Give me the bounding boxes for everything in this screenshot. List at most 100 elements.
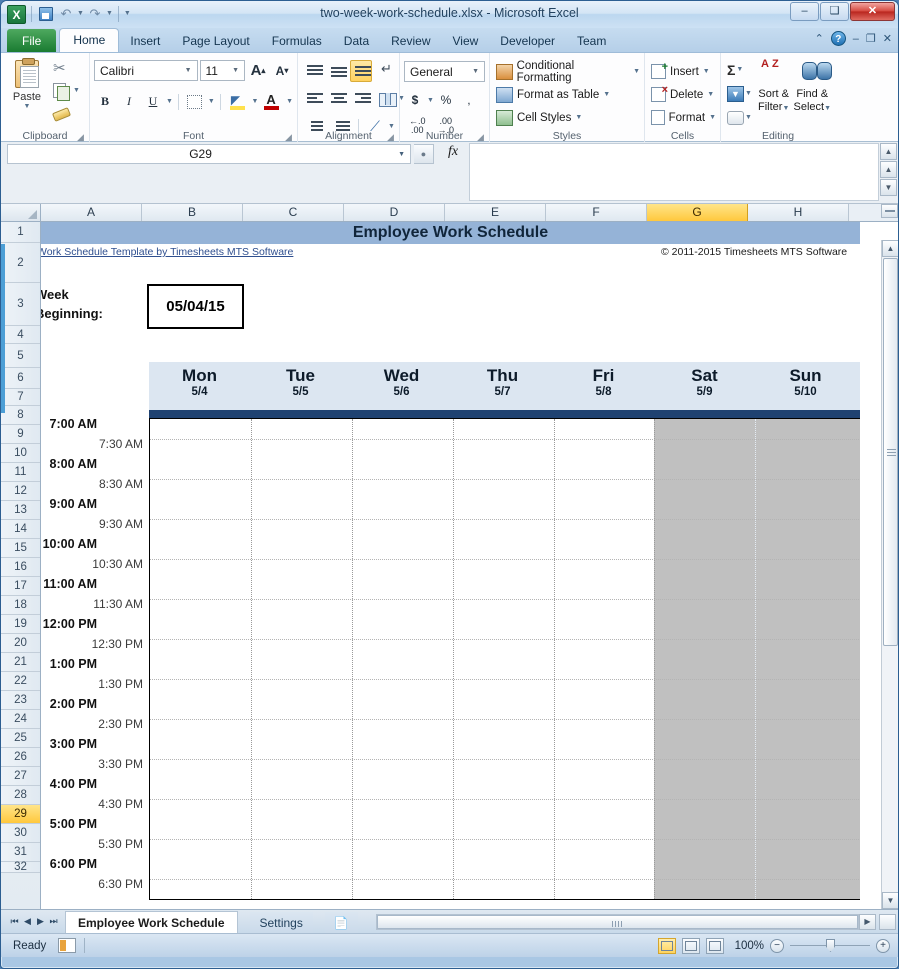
row-header-32[interactable]: 32: [1, 862, 40, 873]
grow-font-button[interactable]: A▴: [247, 60, 269, 82]
copy-dropdown-icon[interactable]: ▼: [73, 87, 80, 94]
underline-dropdown-icon[interactable]: ▼: [166, 98, 173, 105]
format-painter-icon[interactable]: [51, 102, 71, 122]
chevron-down-icon[interactable]: ▼: [633, 68, 640, 75]
tab-developer[interactable]: Developer: [489, 30, 566, 53]
tab-data[interactable]: Data: [333, 30, 380, 53]
collapse-ribbon-icon[interactable]: ⌃: [815, 32, 824, 45]
tab-insert[interactable]: Insert: [119, 30, 171, 53]
tab-home[interactable]: Home: [59, 28, 119, 53]
shrink-font-button[interactable]: A▾: [271, 60, 293, 82]
comma-button[interactable]: ,: [458, 89, 480, 111]
row-header-25[interactable]: 25: [1, 729, 40, 748]
row-header-4[interactable]: 4: [1, 326, 40, 344]
copy-icon[interactable]: [51, 80, 71, 100]
row-header-21[interactable]: 21: [1, 653, 40, 672]
cut-icon[interactable]: [51, 58, 71, 78]
column-header-A[interactable]: A: [41, 204, 142, 221]
tab-view[interactable]: View: [442, 30, 490, 53]
close-workbook-icon[interactable]: ✕: [883, 32, 892, 45]
align-left-button[interactable]: [302, 88, 324, 110]
row-header-14[interactable]: 14: [1, 520, 40, 539]
row-header-17[interactable]: 17: [1, 577, 40, 596]
vertical-scrollbar[interactable]: ▲ ▼: [881, 240, 898, 909]
row-header-27[interactable]: 27: [1, 767, 40, 786]
borders-button[interactable]: [184, 91, 206, 113]
column-header-B[interactable]: B: [142, 204, 243, 221]
formula-expand-icon[interactable]: ▼: [880, 179, 897, 196]
fill-button[interactable]: ▼ ▼: [725, 82, 754, 105]
tab-file[interactable]: File: [7, 29, 56, 53]
currency-button[interactable]: $: [404, 89, 426, 111]
name-box[interactable]: G29 ▼: [7, 144, 411, 164]
orientation-dropdown-icon[interactable]: ▼: [388, 123, 395, 130]
row-header-8[interactable]: 8: [1, 406, 40, 425]
zoom-slider-thumb[interactable]: [826, 939, 835, 952]
underline-button[interactable]: U: [142, 91, 164, 113]
credit-link[interactable]: Work Schedule Template by Timesheets MTS…: [41, 246, 293, 258]
sheet-tab-settings[interactable]: Settings: [250, 912, 313, 933]
row-header-13[interactable]: 13: [1, 501, 40, 520]
chevron-down-icon[interactable]: ▼: [745, 90, 752, 97]
chevron-down-icon[interactable]: ▼: [603, 91, 610, 98]
close-button[interactable]: ✕: [850, 2, 895, 21]
vertical-scroll-thumb[interactable]: [883, 258, 898, 646]
formula-scroll-up2-icon[interactable]: ▲: [880, 161, 897, 178]
align-bottom-button[interactable]: [350, 60, 372, 82]
conditional-formatting-button[interactable]: Conditional Formatting ▼: [494, 60, 640, 83]
align-middle-button[interactable]: [326, 60, 348, 82]
record-macro-icon[interactable]: [58, 938, 76, 953]
clipboard-dialog-launcher[interactable]: ◢: [77, 132, 86, 141]
insert-worksheet-icon[interactable]: 📄: [325, 912, 358, 933]
fill-color-button[interactable]: [226, 91, 250, 113]
font-dialog-launcher[interactable]: ◢: [285, 132, 294, 141]
row-header-3[interactable]: 3: [1, 283, 40, 326]
row-header-11[interactable]: 11: [1, 463, 40, 482]
row-header-10[interactable]: 10: [1, 444, 40, 463]
number-format-combo[interactable]: General ▼: [404, 61, 485, 82]
font-color-dropdown-icon[interactable]: ▼: [286, 98, 293, 105]
sheet-nav-buttons[interactable]: ⏮ ◀ ▶ ⏭: [1, 910, 65, 933]
page-break-view-button[interactable]: [706, 938, 724, 954]
minimize-workbook-icon[interactable]: –: [853, 33, 859, 45]
chevron-down-icon[interactable]: ▼: [703, 68, 710, 75]
chevron-down-icon[interactable]: ▼: [575, 114, 582, 121]
zoom-slider-track[interactable]: [790, 945, 870, 946]
align-top-button[interactable]: [302, 60, 324, 82]
scroll-right-icon[interactable]: ▶: [859, 914, 876, 930]
row-header-28[interactable]: 28: [1, 786, 40, 805]
paste-button[interactable]: Paste ▼: [5, 58, 49, 110]
column-header-F[interactable]: F: [546, 204, 647, 221]
chevron-down-icon[interactable]: ▼: [745, 114, 752, 121]
normal-view-button[interactable]: [658, 938, 676, 954]
row-header-12[interactable]: 12: [1, 482, 40, 501]
select-all-corner[interactable]: [1, 204, 41, 221]
cancel-entry-icon[interactable]: ●: [414, 144, 434, 164]
row-header-6[interactable]: 6: [1, 368, 40, 389]
first-sheet-icon[interactable]: ⏮: [9, 916, 20, 927]
chevron-down-icon[interactable]: ▼: [709, 114, 716, 121]
cell-area[interactable]: Employee Work Schedule Work Schedule Tem…: [41, 222, 898, 909]
help-icon[interactable]: ?: [831, 31, 846, 46]
column-header-E[interactable]: E: [445, 204, 546, 221]
number-dialog-launcher[interactable]: ◢: [477, 132, 486, 141]
row-header-15[interactable]: 15: [1, 539, 40, 558]
wrap-text-button[interactable]: [374, 60, 396, 82]
horizontal-split-box[interactable]: [879, 914, 896, 930]
next-sheet-icon[interactable]: ▶: [35, 916, 46, 927]
row-header-19[interactable]: 19: [1, 615, 40, 634]
zoom-in-button[interactable]: +: [876, 939, 890, 953]
formula-scroll-up-icon[interactable]: ▲: [880, 143, 897, 160]
cell-styles-button[interactable]: Cell Styles ▼: [494, 106, 640, 129]
currency-dropdown-icon[interactable]: ▼: [427, 97, 434, 104]
column-header-H[interactable]: H: [748, 204, 849, 221]
prev-sheet-icon[interactable]: ◀: [22, 916, 33, 927]
italic-button[interactable]: I: [118, 91, 140, 113]
horizontal-scrollbar[interactable]: ▶: [370, 910, 898, 933]
format-cells-button[interactable]: Format ▼: [649, 106, 716, 129]
sort-filter-button[interactable]: Sort & Filter▼: [756, 56, 792, 115]
row-header-9[interactable]: 9: [1, 425, 40, 444]
align-right-button[interactable]: [350, 88, 372, 110]
row-header-18[interactable]: 18: [1, 596, 40, 615]
find-select-button[interactable]: Find & Select▼: [793, 56, 831, 115]
